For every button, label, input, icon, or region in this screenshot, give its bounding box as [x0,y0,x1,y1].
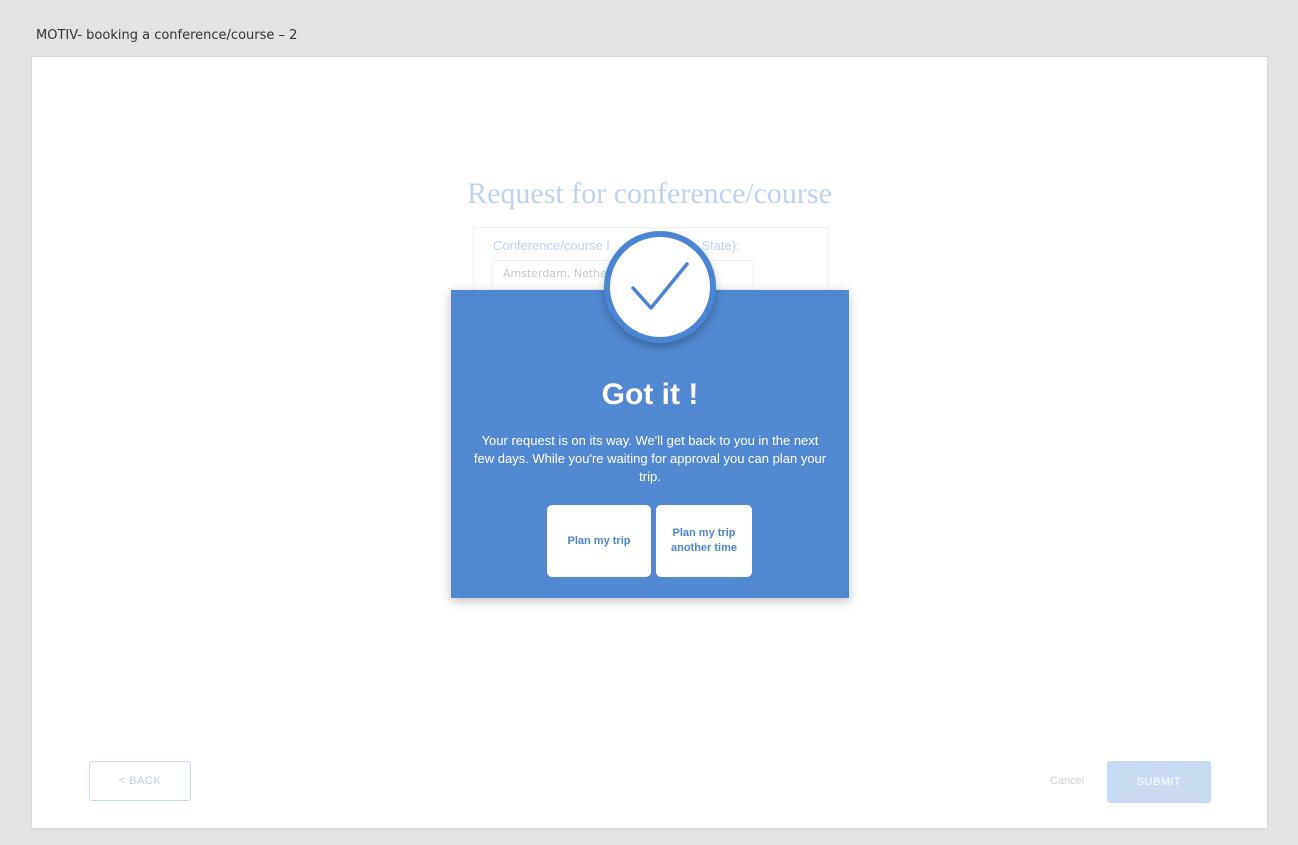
field-label-text: Conference/course l [493,238,610,253]
field-label-tail: State): [701,238,740,253]
window-title: MOTIV- booking a conference/course – 2 [36,28,298,43]
form-title: Request for conference/course [467,177,832,210]
checkmark-icon [604,231,716,343]
back-button[interactable]: < BACK [89,761,191,801]
confirmation-modal: Got it ! Your request is on its way. We'… [451,231,849,598]
plan-trip-later-button[interactable]: Plan my trip another time [656,505,752,577]
plan-my-trip-button[interactable]: Plan my trip [547,505,651,577]
cancel-link[interactable]: Cancel [1050,775,1084,787]
modal-heading: Got it ! [601,378,699,411]
modal-message: Your request is on its way. We'll get ba… [473,433,827,484]
submit-button[interactable]: SUBMIT [1107,761,1211,803]
plan-my-trip-label: Plan my trip [567,534,631,547]
checkmark-glyph [631,262,689,310]
plan-trip-later-label: Plan my trip another time [670,527,737,554]
content-frame: Request for conference/course Conference… [31,56,1268,829]
